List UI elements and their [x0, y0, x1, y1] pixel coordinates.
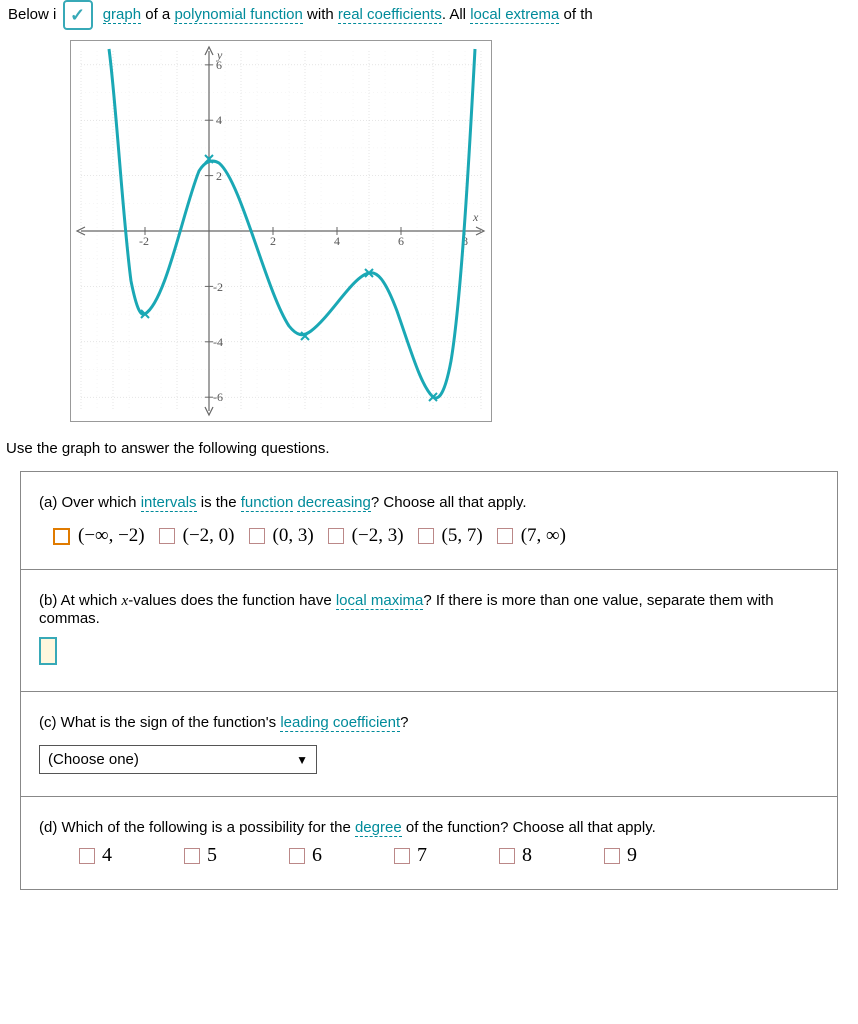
part-a: (a) Over which intervals is the function… [21, 472, 837, 570]
y-axis-label: y [216, 48, 223, 62]
term-polynomial-function[interactable]: polynomial function [174, 6, 302, 24]
checkbox-a-1[interactable] [159, 528, 175, 544]
term-real-coefficients[interactable]: real coefficients [338, 6, 442, 24]
term-local-maxima[interactable]: local maxima [336, 592, 424, 610]
checkbox-d-3[interactable] [394, 848, 410, 864]
x-tick: 6 [398, 234, 404, 248]
term-leading-coefficient[interactable]: leading coefficient [280, 714, 400, 732]
y-tick: -6 [213, 390, 223, 404]
checkbox-d-0[interactable] [79, 848, 95, 864]
checkbox-a-3[interactable] [328, 528, 344, 544]
checkbox-d-2[interactable] [289, 848, 305, 864]
checkbox-a-4[interactable] [418, 528, 434, 544]
checkbox-d-1[interactable] [184, 848, 200, 864]
part-c-dropdown[interactable]: (Choose one) ▼ [39, 745, 317, 774]
part-b-prompt: (b) At which x-values does the function … [39, 592, 819, 627]
term-decreasing[interactable]: decreasing [297, 494, 370, 512]
header-prefix: Below i [8, 6, 56, 23]
y-tick: 2 [216, 169, 222, 183]
chart: -2 2 4 6 8 6 4 2 -2 -4 -6 x y [71, 41, 491, 421]
opt-d-3: 7 [417, 844, 427, 867]
checkbox-a-2[interactable] [249, 528, 265, 544]
checkbox-d-4[interactable] [499, 848, 515, 864]
opt-a-0: (−∞, −2) [78, 525, 145, 547]
term-graph[interactable]: graph [103, 6, 141, 24]
opt-a-3: (−2, 3) [352, 525, 404, 547]
part-c: (c) What is the sign of the function's l… [21, 692, 837, 797]
opt-d-2: 6 [312, 844, 322, 867]
checkbox-a-0[interactable] [53, 528, 70, 545]
opt-a-5: (7, ∞) [521, 525, 566, 547]
check-icon: ✓ [63, 0, 93, 30]
part-d: (d) Which of the following is a possibil… [21, 797, 837, 889]
term-degree[interactable]: degree [355, 819, 402, 837]
checkbox-a-5[interactable] [497, 528, 513, 544]
term-local-extrema[interactable]: local extrema [470, 6, 559, 24]
instruction-text: Use the graph to answer the following qu… [0, 432, 858, 471]
x-tick: 4 [334, 234, 340, 248]
graph-panel: -2 2 4 6 8 6 4 2 -2 -4 -6 x y [70, 40, 492, 422]
page-header: Below i ✓ graph of a polynomial function… [0, 0, 858, 38]
opt-a-4: (5, 7) [442, 525, 483, 547]
part-a-options: (−∞, −2) (−2, 0) (0, 3) (−2, 3) (5, 7) (… [39, 525, 819, 547]
dropdown-placeholder: (Choose one) [48, 751, 139, 768]
part-d-prompt: (d) Which of the following is a possibil… [39, 819, 819, 836]
chevron-down-icon: ▼ [296, 753, 308, 767]
opt-d-4: 8 [522, 844, 532, 867]
part-b: (b) At which x-values does the function … [21, 570, 837, 692]
y-tick: -4 [213, 335, 223, 349]
x-tick: 2 [270, 234, 276, 248]
opt-a-1: (−2, 0) [183, 525, 235, 547]
part-a-prompt: (a) Over which intervals is the function… [39, 494, 819, 511]
x-axis-label: x [472, 210, 479, 224]
y-tick: -2 [213, 280, 223, 294]
term-intervals[interactable]: intervals [141, 494, 197, 512]
y-tick: 4 [216, 113, 222, 127]
checkbox-d-5[interactable] [604, 848, 620, 864]
opt-d-5: 9 [627, 844, 637, 867]
term-function[interactable]: function [241, 494, 294, 512]
question-box: (a) Over which intervals is the function… [20, 471, 838, 890]
x-tick: -2 [139, 234, 149, 248]
part-c-prompt: (c) What is the sign of the function's l… [39, 714, 819, 731]
opt-d-0: 4 [102, 844, 112, 867]
curve [109, 49, 475, 398]
part-b-input[interactable] [39, 637, 57, 665]
opt-d-1: 5 [207, 844, 217, 867]
part-d-options: 4 5 6 7 8 9 [39, 844, 819, 867]
opt-a-2: (0, 3) [273, 525, 314, 547]
